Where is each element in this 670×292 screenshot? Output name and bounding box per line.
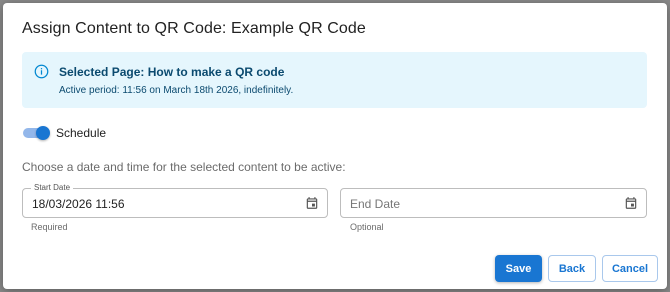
calendar-icon[interactable]: [624, 196, 638, 210]
selected-page-alert: Selected Page: How to make a QR code Act…: [22, 52, 647, 108]
info-icon: [34, 64, 49, 79]
schedule-toggle[interactable]: [23, 126, 51, 140]
dialog-title: Assign Content to QR Code: Example QR Co…: [22, 20, 366, 37]
start-date-label: Start Date: [31, 183, 74, 192]
save-button[interactable]: Save: [495, 255, 542, 282]
end-date-helper: Optional: [350, 222, 384, 232]
cancel-button[interactable]: Cancel: [602, 255, 658, 282]
end-date-placeholder: End Date: [350, 197, 401, 211]
alert-title: Selected Page: How to make a QR code: [59, 65, 285, 79]
start-date-helper: Required: [31, 222, 68, 232]
back-button[interactable]: Back: [548, 255, 596, 282]
start-date-value: 18/03/2026 11:56: [32, 197, 125, 211]
alert-body: Active period: 11:56 on March 18th 2026,…: [59, 85, 294, 96]
schedule-label: Schedule: [56, 126, 107, 140]
calendar-icon[interactable]: [305, 196, 319, 210]
assign-content-dialog: Assign Content to QR Code: Example QR Co…: [3, 3, 667, 289]
end-date-field[interactable]: End Date: [340, 188, 647, 218]
toggle-thumb: [36, 126, 50, 140]
instruction-text: Choose a date and time for the selected …: [22, 160, 346, 174]
start-date-field[interactable]: Start Date 18/03/2026 11:56: [22, 183, 328, 218]
